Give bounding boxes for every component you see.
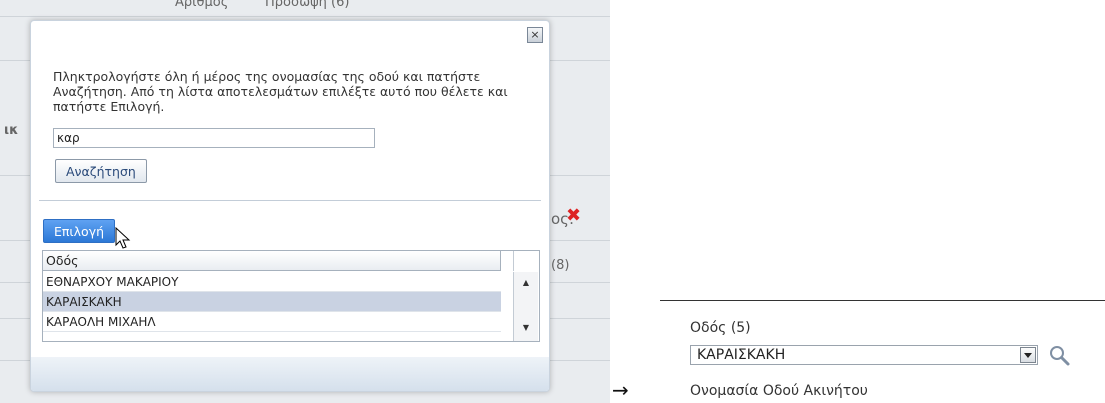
grid-row-selected[interactable]: ΚΑΡΑΙΣΚΑΚΗ — [43, 292, 501, 312]
select-button[interactable]: Επιλογή — [43, 219, 116, 243]
grid-scrollbar[interactable]: ▲ ▼ — [513, 272, 538, 341]
street-field-description: Ονομασία Οδού Ακινήτου — [690, 383, 868, 399]
bg-fragment: ικ — [4, 123, 19, 138]
close-icon[interactable]: × — [527, 27, 543, 43]
search-button[interactable]: Αναζήτηση — [55, 159, 147, 183]
results-grid: Οδός ΕΘΝΑΡΧΟΥ ΜΑΚΑΡΙΟΥ ΚΑΡΑΙΣΚΑΚΗ ΚΑΡΑΟΛ… — [42, 250, 540, 342]
bg-count: (8) — [551, 258, 570, 273]
delete-icon: ✖ — [566, 205, 582, 226]
dialog-footer — [31, 357, 549, 391]
grid-row[interactable]: ΕΘΝΑΡΧΟΥ ΜΑΚΑΡΙΟΥ — [43, 272, 501, 292]
bg-header-text: Πρόσωψη (6) — [265, 0, 350, 10]
street-search-input[interactable] — [53, 128, 375, 148]
divider — [39, 200, 541, 201]
street-field-label: Οδός (5) — [690, 320, 751, 336]
bg-divider — [0, 16, 610, 17]
street-combobox-value: ΚΑΡΑΙΣΚΑΚΗ — [697, 347, 786, 363]
chevron-down-icon[interactable] — [1020, 347, 1036, 363]
divider — [660, 300, 1105, 301]
grid-row[interactable]: ΚΑΡΑΟΛΗ ΜΙΧΑΗΛ — [43, 312, 501, 332]
scroll-up-icon[interactable]: ▲ — [514, 276, 538, 290]
grid-column-header[interactable]: Οδός — [43, 251, 501, 271]
arrow-right-icon: → — [612, 378, 629, 402]
bg-header-text: Αριθμός — [175, 0, 229, 10]
street-combobox[interactable]: ΚΑΡΑΙΣΚΑΚΗ — [690, 345, 1038, 365]
cursor-icon — [115, 227, 131, 249]
grid-header-corner — [513, 251, 514, 271]
scroll-down-icon[interactable]: ▼ — [514, 321, 538, 335]
street-search-dialog: × Πληκτρολογήστε όλη ή μέρος της ονομασί… — [30, 20, 550, 392]
instructions-text: Πληκτρολογήστε όλη ή μέρος της ονομασίας… — [53, 69, 508, 114]
search-icon[interactable] — [1047, 343, 1071, 367]
